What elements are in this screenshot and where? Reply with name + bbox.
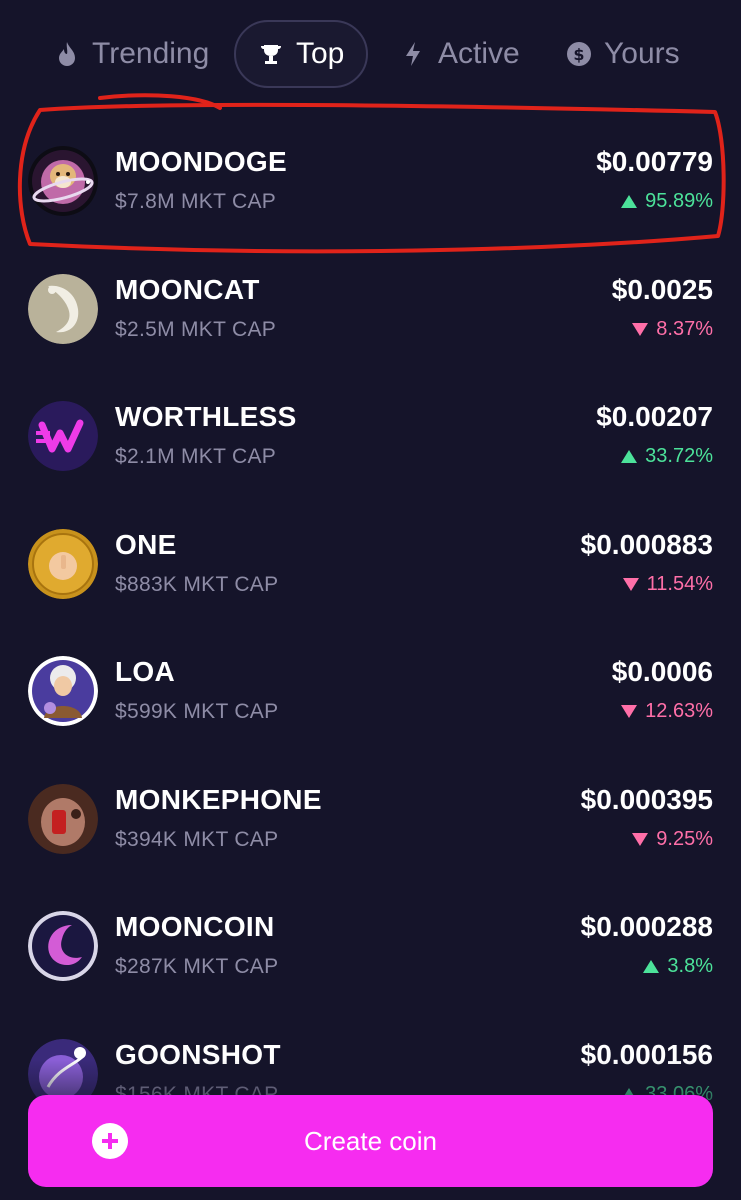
tab-yours-label: Yours: [604, 37, 680, 70]
coin-price: $0.000395: [580, 783, 713, 815]
up-arrow-icon: [621, 450, 638, 463]
coin-market-cap: $394K MKT CAP: [115, 827, 279, 851]
coin-change-value: 11.54%: [646, 572, 713, 595]
w-logo-avatar: [28, 401, 98, 471]
create-coin-button[interactable]: Create coin: [28, 1095, 713, 1187]
tab-trending-label: Trending: [92, 37, 210, 70]
coin-change-value: 9.25%: [656, 827, 713, 850]
coin-name: LOA: [115, 656, 176, 687]
coin-change: 95.89%: [621, 190, 713, 213]
coin-change: 12.63%: [621, 700, 713, 723]
coin-price: $0.00207: [596, 401, 713, 432]
tab-trending[interactable]: Trending: [54, 20, 209, 88]
down-arrow-icon: [621, 705, 638, 718]
coin-change-value: 12.63%: [645, 700, 713, 722]
coin-change: 9.25%: [632, 828, 713, 851]
coin-change-value: 8.37%: [656, 317, 713, 340]
coin-row-monkephone[interactable]: MONKEPHONE $394K MKT CAP $0.000395 9.25%: [0, 736, 741, 864]
coin-change: 11.54%: [622, 572, 713, 596]
coin-market-cap: $7.8M MKT CAP: [115, 190, 277, 213]
coin-change-value: 95.89%: [645, 190, 713, 212]
coin-price: $0.00779: [596, 146, 713, 177]
crescent-moon-avatar: [28, 911, 98, 981]
down-arrow-icon: [622, 577, 639, 591]
doge-planet-avatar: [28, 146, 98, 216]
tab-active[interactable]: Active: [400, 20, 520, 88]
coin-change: 3.8%: [643, 955, 713, 978]
lightning-icon: [400, 41, 426, 67]
coin-price: $0.000288: [580, 911, 713, 942]
up-arrow-icon: [621, 195, 638, 208]
white-cat-avatar: [28, 273, 98, 344]
coin-name: MOONCAT: [115, 273, 260, 305]
coin-name: ONE: [115, 528, 177, 560]
coin-market-cap: $2.5M MKT CAP: [115, 317, 277, 341]
create-coin-label: Create coin: [304, 1125, 437, 1156]
coin-name: WORTHLESS: [115, 401, 297, 432]
coin-list: MOONDOGE $7.8M MKT CAP $0.00779 95.89% M…: [0, 98, 741, 1118]
coin-price: $0.0006: [611, 656, 713, 687]
coin-change: 33.72%: [621, 445, 713, 468]
coin-price: $0.0025: [611, 273, 713, 305]
down-arrow-icon: [632, 322, 649, 336]
coin-name: MOONDOGE: [115, 146, 287, 177]
monkey-phone-avatar: [28, 783, 98, 854]
trophy-icon: [258, 41, 284, 67]
einstein-avatar: [28, 656, 98, 726]
coin-price: $0.000883: [580, 528, 713, 560]
down-arrow-icon: [632, 832, 649, 846]
tab-active-label: Active: [438, 37, 520, 70]
coin-row-mooncoin[interactable]: MOONCOIN $287K MKT CAP $0.000288 3.8%: [0, 863, 741, 991]
coin-name: MONKEPHONE: [115, 783, 322, 815]
coins-icon: $: [566, 41, 592, 67]
coin-market-cap: $287K MKT CAP: [115, 955, 279, 978]
up-arrow-icon: [643, 960, 660, 973]
coin-row-mooncat[interactable]: MOONCAT $2.5M MKT CAP $0.0025 8.37%: [0, 226, 741, 354]
coin-price: $0.000156: [580, 1038, 713, 1070]
coin-name: MOONCOIN: [115, 911, 275, 942]
coin-row-loa[interactable]: LOA $599K MKT CAP $0.0006 12.63%: [0, 608, 741, 736]
coin-row-one[interactable]: ONE $883K MKT CAP $0.000883 11.54%: [0, 481, 741, 609]
tab-top-label: Top: [296, 37, 345, 70]
app-screen: Trending Top Active $ Yours MOONDOGE $7.…: [0, 0, 741, 1200]
flame-icon: [54, 41, 80, 67]
coin-market-cap: $883K MKT CAP: [115, 572, 279, 596]
coin-change-value: 3.8%: [667, 955, 713, 977]
tab-yours[interactable]: $ Yours: [566, 20, 680, 88]
tab-top[interactable]: Top: [234, 20, 369, 88]
plus-circle-icon: [92, 1123, 128, 1159]
svg-text:$: $: [573, 45, 584, 64]
gold-coin-avatar: [28, 528, 98, 599]
coin-market-cap: $599K MKT CAP: [115, 700, 279, 723]
coin-change-value: 33.72%: [645, 445, 713, 467]
coin-row-worthless[interactable]: WORTHLESS $2.1M MKT CAP $0.00207 33.72%: [0, 353, 741, 481]
coin-market-cap: $2.1M MKT CAP: [115, 445, 277, 468]
coin-row-moondoge[interactable]: MOONDOGE $7.8M MKT CAP $0.00779 95.89%: [0, 98, 741, 226]
coin-change: 8.37%: [632, 318, 713, 341]
coin-name: GOONSHOT: [115, 1038, 281, 1070]
tab-bar: Trending Top Active $ Yours: [0, 20, 741, 90]
